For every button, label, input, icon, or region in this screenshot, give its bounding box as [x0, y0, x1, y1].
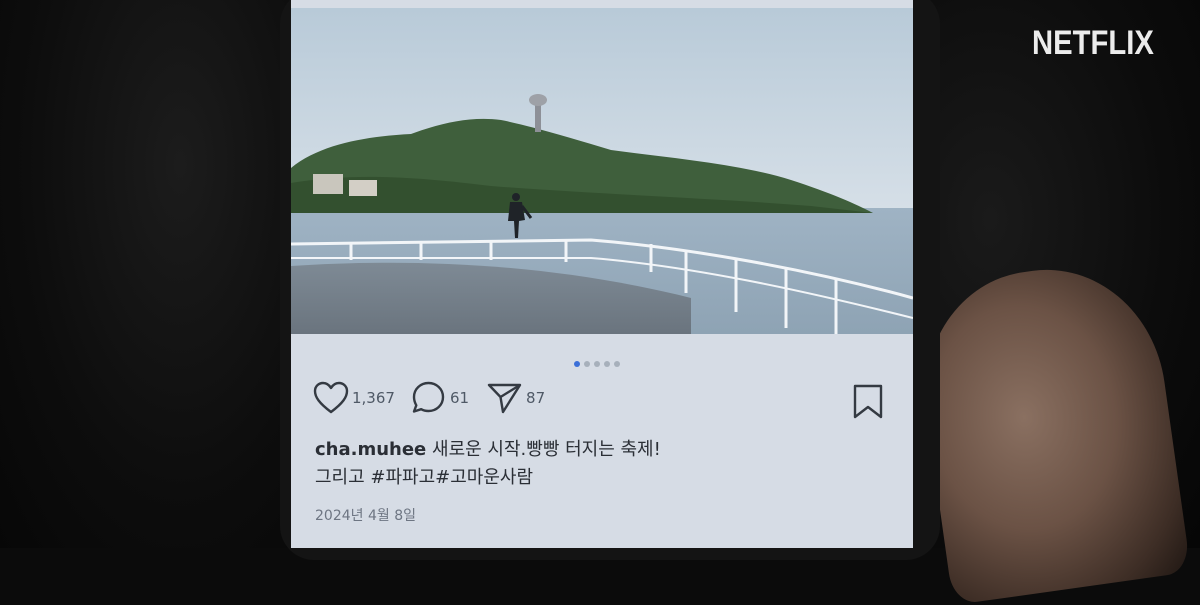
netflix-logo: NETFLIX — [1032, 24, 1154, 62]
carousel-dot[interactable] — [604, 361, 610, 367]
heart-icon — [313, 381, 349, 414]
carousel-dot[interactable] — [614, 361, 620, 367]
share-count: 87 — [526, 389, 546, 407]
like-count: 1,367 — [352, 389, 395, 407]
carousel-dot[interactable] — [594, 361, 600, 367]
phone-screen: 1,367 61 87 cha.muhee 새로운 시작.빵빵 터지는 축제! … — [291, 0, 913, 548]
post-caption: cha.muhee 새로운 시작.빵빵 터지는 축제! 그리고 #파파고#고마운… — [315, 436, 895, 492]
username-link[interactable]: cha.muhee — [315, 439, 426, 460]
comment-count: 61 — [449, 389, 470, 407]
comment-button[interactable]: 61 — [411, 380, 469, 416]
paper-plane-icon — [487, 383, 522, 414]
like-button[interactable]: 1,367 — [313, 381, 395, 415]
post-actions: 1,367 61 87 — [313, 378, 545, 418]
seaside-photo — [291, 8, 913, 334]
carousel-dot[interactable] — [584, 361, 590, 367]
background-left — [0, 0, 300, 548]
bookmark-icon — [853, 384, 883, 419]
comment-bubble-icon — [412, 381, 445, 413]
carousel-dot-active[interactable] — [574, 361, 580, 367]
post-photo[interactable] — [291, 8, 913, 334]
share-button[interactable]: 87 — [487, 381, 545, 415]
save-button[interactable] — [852, 384, 884, 424]
carousel-indicator[interactable] — [574, 360, 620, 368]
caption-text: 새로운 시작.빵빵 터지는 축제! — [432, 439, 661, 460]
caption-line-1: cha.muhee 새로운 시작.빵빵 터지는 축제! — [315, 436, 895, 464]
caption-line-2: 그리고 #파파고#고마운사람 — [315, 467, 534, 488]
post-date: 2024년 4월 8일 — [315, 508, 416, 524]
